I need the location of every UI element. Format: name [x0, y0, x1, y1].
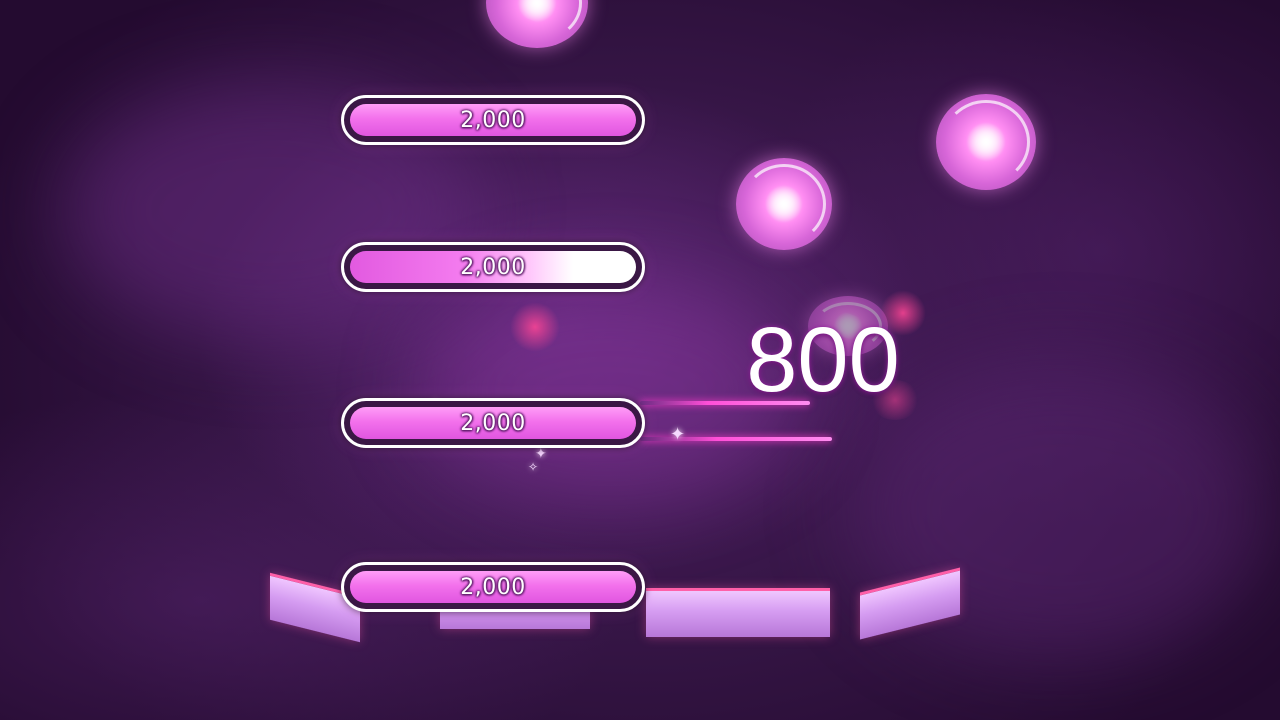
- note-bar: 2,000: [341, 95, 645, 145]
- game-stage: ✦ ✦ ✧ ✧ 2,000 2,000 2,000 2,000 800: [0, 0, 1280, 720]
- note-bar: 2,000: [341, 242, 645, 292]
- sparkle-orb-icon: [736, 158, 832, 250]
- floor-tile: [860, 567, 960, 640]
- hit-glow: [510, 302, 560, 352]
- sparkle-star-icon: ✧: [528, 460, 539, 474]
- score-popup: 800: [746, 309, 900, 411]
- note-bar: 2,000: [341, 398, 645, 448]
- note-value: 2,000: [460, 107, 526, 133]
- floor-tile: [646, 588, 830, 637]
- note-bar: 2,000: [341, 562, 645, 612]
- note-value: 2,000: [460, 254, 526, 280]
- note-value: 2,000: [460, 410, 526, 436]
- hit-streak: [640, 437, 832, 441]
- sparkle-orb-icon: [936, 94, 1036, 190]
- sparkle-orb-icon: [486, 0, 588, 48]
- note-value: 2,000: [460, 574, 526, 600]
- sparkle-star-icon: ✦: [670, 424, 686, 445]
